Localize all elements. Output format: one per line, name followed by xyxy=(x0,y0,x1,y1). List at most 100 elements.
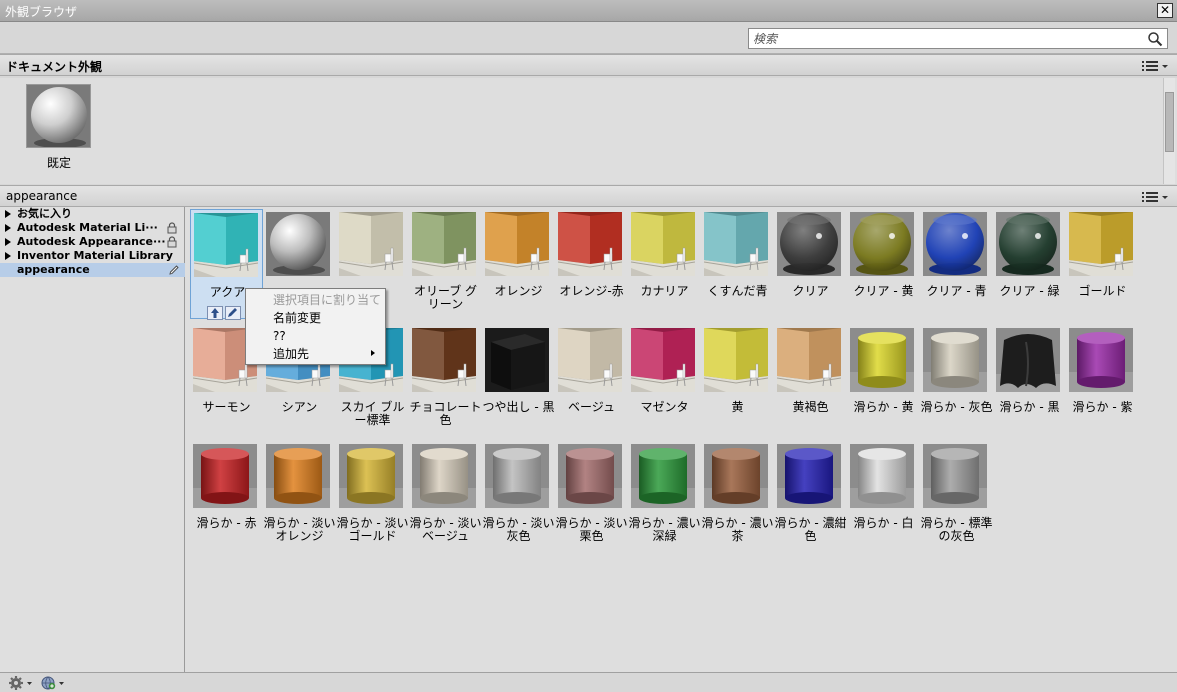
menu-item-rename[interactable]: 名前変更 xyxy=(246,309,385,327)
material-thumbnail[interactable] xyxy=(704,328,768,392)
material-swatch[interactable]: 滑らか - 淡いオレンジ xyxy=(263,441,336,551)
move-up-icon[interactable] xyxy=(207,306,223,320)
material-thumbnail[interactable] xyxy=(558,444,622,508)
material-swatch[interactable]: 滑らか - 黄 xyxy=(847,325,920,435)
material-thumbnail[interactable] xyxy=(996,328,1060,392)
material-thumbnail[interactable] xyxy=(194,213,258,277)
material-label: オリーブ グリーン xyxy=(413,284,478,311)
material-thumbnail[interactable] xyxy=(923,212,987,276)
material-swatch[interactable]: クリア xyxy=(774,209,847,319)
material-thumbnail[interactable] xyxy=(339,212,403,276)
material-thumbnail[interactable] xyxy=(193,444,257,508)
pencil-icon[interactable] xyxy=(168,264,180,276)
material-thumbnail[interactable] xyxy=(631,212,695,276)
material-thumbnail[interactable] xyxy=(850,444,914,508)
material-thumbnail[interactable] xyxy=(850,212,914,276)
material-label: スカイ ブルー標準 xyxy=(340,400,405,427)
material-swatch[interactable]: カナリア xyxy=(628,209,701,319)
material-thumbnail[interactable] xyxy=(631,328,695,392)
tree-item-autodesk-appearance-library[interactable]: Autodesk Appearance··· xyxy=(0,235,185,249)
material-swatch[interactable]: 滑らか - 淡い栗色 xyxy=(555,441,628,551)
material-thumbnail[interactable] xyxy=(485,212,549,276)
material-thumbnail[interactable] xyxy=(266,212,330,276)
material-thumbnail[interactable] xyxy=(850,328,914,392)
document-scrollbar[interactable] xyxy=(1163,78,1175,184)
material-thumbnail[interactable] xyxy=(412,328,476,392)
material-thumbnail[interactable] xyxy=(266,444,330,508)
material-swatch[interactable]: 滑らか - 紫 xyxy=(1066,325,1139,435)
material-thumbnail[interactable] xyxy=(631,444,695,508)
material-thumbnail[interactable] xyxy=(558,212,622,276)
material-thumbnail[interactable] xyxy=(777,212,841,276)
material-swatch[interactable]: オリーブ グリーン xyxy=(409,209,482,319)
material-thumbnail[interactable] xyxy=(412,444,476,508)
material-swatch[interactable]: 黄 xyxy=(701,325,774,435)
material-label: クリア - 黄 xyxy=(853,284,914,298)
menu-item-add-to[interactable]: 追加先 xyxy=(246,345,385,363)
material-swatch[interactable]: マゼンタ xyxy=(628,325,701,435)
material-thumbnail[interactable] xyxy=(996,212,1060,276)
material-swatch[interactable]: ベージュ xyxy=(555,325,628,435)
material-swatch[interactable]: クリア - 緑 xyxy=(993,209,1066,319)
material-swatch[interactable]: チョコレート色 xyxy=(409,325,482,435)
material-swatch[interactable]: 滑らか - 白 xyxy=(847,441,920,551)
material-swatch[interactable]: ゴールド xyxy=(1066,209,1139,319)
search-icon[interactable] xyxy=(1147,31,1163,47)
search-input[interactable] xyxy=(749,29,1139,48)
tree-item-appearance[interactable]: appearance xyxy=(0,263,185,277)
tree-item-favorites[interactable]: お気に入り xyxy=(0,207,185,221)
material-swatch[interactable]: 黄褐色 xyxy=(774,325,847,435)
material-swatch[interactable]: 滑らか - 淡い灰色 xyxy=(482,441,555,551)
gear-icon[interactable] xyxy=(8,675,34,691)
material-swatch[interactable]: 滑らか - 灰色 xyxy=(920,325,993,435)
material-thumbnail[interactable] xyxy=(558,328,622,392)
material-swatch[interactable]: クリア - 青 xyxy=(920,209,993,319)
material-thumbnail[interactable] xyxy=(777,328,841,392)
document-scrollbar-thumb[interactable] xyxy=(1165,92,1174,152)
material-thumbnail[interactable] xyxy=(923,328,987,392)
material-swatch[interactable]: 滑らか - 濃い茶 xyxy=(701,441,774,551)
material-label: 滑らか - 淡いオレンジ xyxy=(263,516,336,543)
material-swatch[interactable]: 滑らか - 標準の灰色 xyxy=(920,441,993,551)
expand-arrow-icon[interactable] xyxy=(5,224,11,232)
material-actions xyxy=(207,306,241,320)
material-thumbnail[interactable] xyxy=(339,444,403,508)
default-appearance-swatch[interactable] xyxy=(26,84,91,148)
material-swatch[interactable]: くすんだ青 xyxy=(701,209,774,319)
expand-arrow-icon[interactable] xyxy=(5,238,11,246)
menu-item-assign-to-selection[interactable]: 選択項目に割り当て xyxy=(246,291,385,309)
menu-item-unknown[interactable]: ?? xyxy=(246,327,385,345)
material-swatch[interactable]: 滑らか - 淡いベージュ xyxy=(409,441,482,551)
material-swatch[interactable]: オレンジ xyxy=(482,209,555,319)
material-swatch[interactable]: 滑らか - 黒 xyxy=(993,325,1066,435)
expand-arrow-icon[interactable] xyxy=(5,252,11,260)
material-thumbnail[interactable] xyxy=(1069,212,1133,276)
status-bar xyxy=(0,672,1177,692)
tree-item-autodesk-material-library[interactable]: Autodesk Material Li··· xyxy=(0,221,185,235)
expand-arrow-icon[interactable] xyxy=(5,210,11,218)
material-swatch[interactable]: オレンジ-赤 xyxy=(555,209,628,319)
material-thumbnail[interactable] xyxy=(412,212,476,276)
list-view-icon[interactable] xyxy=(1141,58,1171,74)
material-swatch[interactable]: 滑らか - 赤 xyxy=(190,441,263,551)
list-view-icon[interactable] xyxy=(1141,189,1171,205)
material-thumbnail[interactable] xyxy=(923,444,987,508)
material-thumbnail[interactable] xyxy=(777,444,841,508)
material-swatch[interactable]: つや出し - 黒 xyxy=(482,325,555,435)
edit-icon[interactable] xyxy=(225,306,241,320)
material-thumbnail[interactable] xyxy=(704,444,768,508)
material-swatch[interactable]: 滑らか - 淡いゴールド xyxy=(336,441,409,551)
material-label: ゴールド xyxy=(1078,284,1127,298)
material-thumbnail[interactable] xyxy=(704,212,768,276)
material-swatch[interactable]: 滑らか - 濃い深緑 xyxy=(628,441,701,551)
search-box[interactable] xyxy=(748,28,1168,49)
material-swatch[interactable]: 滑らか - 濃紺色 xyxy=(774,441,847,551)
material-thumbnail[interactable] xyxy=(1069,328,1133,392)
material-thumbnail[interactable] xyxy=(485,328,549,392)
material-thumbnail[interactable] xyxy=(485,444,549,508)
material-swatch[interactable]: クリア - 黄 xyxy=(847,209,920,319)
globe-add-icon[interactable] xyxy=(40,675,66,691)
material-label: 滑らか - 標準の灰色 xyxy=(920,516,993,543)
tree-item-inventor-material-library[interactable]: Inventor Material Library xyxy=(0,249,185,263)
close-button[interactable]: ✕ xyxy=(1157,3,1173,18)
